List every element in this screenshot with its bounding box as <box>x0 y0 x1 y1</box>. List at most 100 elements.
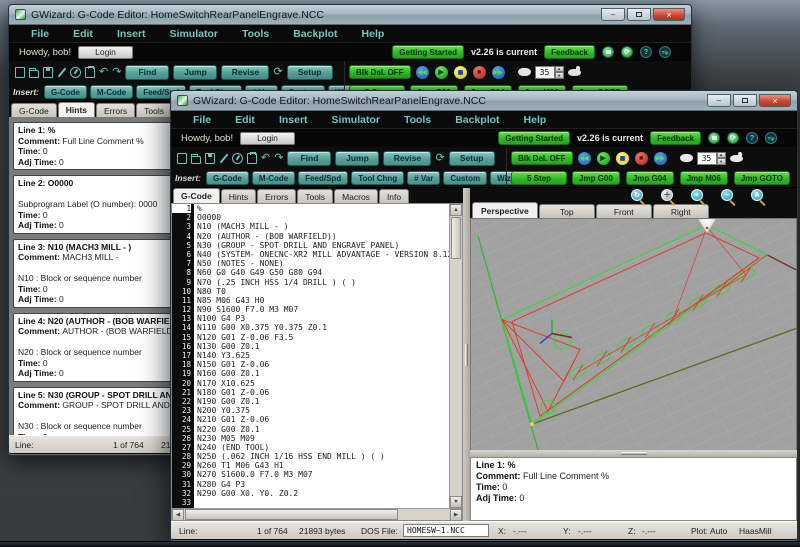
horizontal-scrollbar[interactable]: ◀ ▶ <box>171 508 463 521</box>
sync-icon[interactable]: ⟳ <box>621 46 633 58</box>
chat-icon[interactable] <box>602 46 614 58</box>
tab-hints[interactable]: Hints <box>58 102 95 117</box>
menu-simulator[interactable]: Simulator <box>320 114 392 126</box>
play-button[interactable]: ▶ <box>596 151 611 166</box>
gcode-line[interactable]: N120 G01 Z-0.06 F3.5 <box>197 333 449 342</box>
zoom-out-icon[interactable]: − <box>721 189 733 201</box>
close-button[interactable]: × <box>759 94 791 107</box>
gcode-line[interactable]: % <box>197 204 449 213</box>
gcode-line[interactable]: N150 G01 Z-0.06 <box>197 360 449 369</box>
open-file-icon[interactable] <box>191 156 201 164</box>
setup-button[interactable]: Setup <box>287 65 333 80</box>
gcode-line[interactable]: N170 X10.625 <box>197 379 449 388</box>
scroll-thumb[interactable] <box>185 509 398 520</box>
gcode-editor[interactable]: 1234567891011121314151617181920212223242… <box>171 203 463 508</box>
speed-down-button[interactable]: ▼ <box>555 72 564 79</box>
pane-splitter[interactable] <box>463 188 470 521</box>
jump-button[interactable]: Jump <box>173 65 217 80</box>
gcode-line[interactable]: N290 G00 X0. Y0. Z0.2 <box>197 489 449 498</box>
speed-spinner[interactable]: 35 ▲ ▼ <box>535 66 564 79</box>
jmp-g00-button[interactable]: Jmp G00 <box>572 171 620 185</box>
gcode-line[interactable]: N70 (.25 INCH HSS 1/4 DRILL ) ( ) <box>197 278 449 287</box>
tool-icon[interactable] <box>57 67 66 78</box>
dos-filename-input[interactable] <box>403 524 489 537</box>
menu-help[interactable]: Help <box>350 28 397 40</box>
gcode-text-area[interactable]: %O0000N10 (MACH3 MILL - )N20 (AUTHOR - (… <box>194 204 449 508</box>
gcode-line[interactable]: N90 S1600 F7.0 M3 M07 <box>197 305 449 314</box>
tab-errors[interactable]: Errors <box>257 189 296 203</box>
insert-tool-chng-button[interactable]: Tool Chng <box>351 171 404 185</box>
clipboard-icon[interactable] <box>247 153 257 164</box>
gcode-line[interactable]: N60 G0 G40 G49 G50 G80 G94 <box>197 268 449 277</box>
gcode-line[interactable]: N190 G00 Z0.1 <box>197 397 449 406</box>
insert-g-code-button[interactable]: G-Code <box>44 85 87 99</box>
sync-icon[interactable]: ⟳ <box>727 132 739 144</box>
gcode-line[interactable]: N50 (NOTES - NONE) <box>197 259 449 268</box>
gcode-line[interactable]: N85 M06 G43 H0 <box>197 296 449 305</box>
gcode-line[interactable]: N200 Y0.375 <box>197 406 449 415</box>
find-button[interactable]: Find <box>125 65 169 80</box>
pan-view-icon[interactable]: ✛ <box>661 189 673 201</box>
jmp-m06-button[interactable]: Jmp M06 <box>680 171 728 185</box>
tab-g-code[interactable]: G-Code <box>173 188 220 203</box>
login-button[interactable]: Login <box>240 132 295 145</box>
insert-g-code-button[interactable]: G-Code <box>206 171 249 185</box>
scroll-thumb[interactable] <box>451 217 461 259</box>
windows-taskbar[interactable] <box>0 541 800 547</box>
hint-card[interactable]: Line 5: N30 (GROUP - SPOT DRILL AND ENGR… <box>13 387 173 436</box>
menu-tools[interactable]: Tools <box>230 28 281 40</box>
menu-help[interactable]: Help <box>512 114 559 126</box>
jmp-goto-button[interactable]: Jmp GOTO <box>734 171 790 185</box>
scroll-left-button[interactable]: ◀ <box>172 509 184 521</box>
chat-icon[interactable] <box>708 132 720 144</box>
stop-button[interactable]: ■ <box>472 65 487 80</box>
five-step-button[interactable]: 5 Step <box>511 171 567 185</box>
minimize-button[interactable]: – <box>707 94 731 107</box>
menu-file[interactable]: File <box>19 28 61 40</box>
gcode-line[interactable] <box>197 498 449 507</box>
vertical-scrollbar[interactable]: ▲ ▼ <box>449 204 462 508</box>
tab-macros[interactable]: Macros <box>334 189 378 203</box>
gcode-line[interactable]: N40 (SYSTEM- ONECNC-XR2 MILL ADVANTAGE -… <box>197 250 449 259</box>
pause-button[interactable]: ▮▮ <box>615 151 630 166</box>
gauge-icon[interactable] <box>232 153 243 164</box>
feedback-button[interactable]: Feedback <box>544 45 595 59</box>
backplot-viewport[interactable] <box>470 218 797 450</box>
gcode-line[interactable]: N220 G00 Z0.1 <box>197 425 449 434</box>
view-tab-perspective[interactable]: Perspective <box>472 202 538 218</box>
gcode-line[interactable]: N100 G4 P3 <box>197 314 449 323</box>
hint-card[interactable]: Line 3: N10 (MACH3 MILL - )Comment: MACH… <box>13 239 173 308</box>
undo-icon[interactable]: ↶ <box>261 153 270 164</box>
gcode-line[interactable]: N140 Y3.625 <box>197 351 449 360</box>
speed-value[interactable]: 35 <box>697 152 717 165</box>
insert-m-code-button[interactable]: M-Code <box>90 85 133 99</box>
minimize-button[interactable]: – <box>601 8 625 21</box>
menu-insert[interactable]: Insert <box>267 114 320 126</box>
help-icon[interactable]: ? <box>640 46 652 58</box>
menu-simulator[interactable]: Simulator <box>158 28 230 40</box>
menu-edit[interactable]: Edit <box>61 28 105 40</box>
rewind-button[interactable]: ◀◀ <box>415 65 430 80</box>
redo-icon[interactable]: ↷ <box>112 67 121 78</box>
jmp-g04-button[interactable]: Jmp G04 <box>626 171 674 185</box>
speed-spinner[interactable]: 35 ▲ ▼ <box>697 152 726 165</box>
getting-started-button[interactable]: Getting Started <box>498 131 570 145</box>
gcode-line[interactable]: N210 G01 Z-0.06 <box>197 415 449 424</box>
gcode-line[interactable]: N130 G00 Z0.1 <box>197 342 449 351</box>
save-icon[interactable] <box>205 153 215 164</box>
gcode-line[interactable]: N180 G01 Z-0.06 <box>197 388 449 397</box>
revise-button[interactable]: Revise <box>221 65 269 80</box>
hint-splitter[interactable] <box>470 450 797 457</box>
gcode-line[interactable]: N160 G00 Z0.1 <box>197 369 449 378</box>
zoom-all-icon[interactable]: A <box>751 189 763 201</box>
zoom-in-icon[interactable]: + <box>691 189 703 201</box>
insert-custom-button[interactable]: Custom <box>443 171 487 185</box>
titlebar[interactable]: GWizard: G-Code Editor: HomeSwitchRearPa… <box>9 5 691 25</box>
find-button[interactable]: Find <box>287 151 331 166</box>
gcode-line[interactable]: N270 S1600.0 F7.0 M3 M07 <box>197 470 449 479</box>
menu-backplot[interactable]: Backplot <box>443 114 511 126</box>
clipboard-icon[interactable] <box>85 67 95 78</box>
menu-tools[interactable]: Tools <box>392 114 443 126</box>
tab-errors[interactable]: Errors <box>96 103 135 117</box>
block-delete-button[interactable]: Blk Del. OFF <box>349 65 411 79</box>
